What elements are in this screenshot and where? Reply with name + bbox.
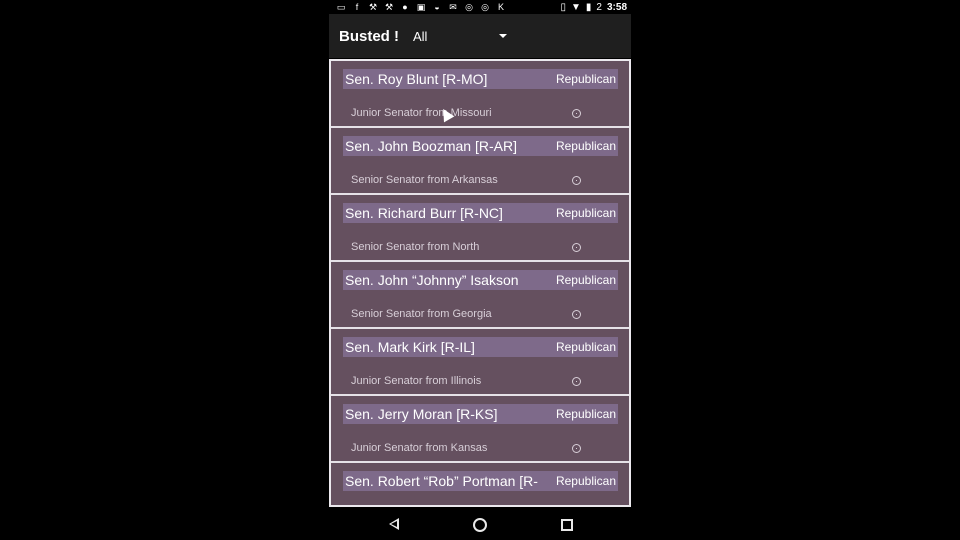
senator-details: Junior Senator from Kansas: [351, 441, 581, 455]
gmail-icon: ✉: [449, 2, 457, 12]
senator-details: Senior Senator from Georgia: [351, 307, 581, 321]
app-icon: ◒: [434, 2, 440, 12]
senator-card[interactable]: Sen. Mark Kirk [R-IL] Republican Junior …: [331, 329, 629, 396]
instagram-icon: ◎: [465, 2, 473, 12]
senator-details: Junior Senator from Missouri: [351, 106, 581, 120]
senator-party: Republican: [555, 474, 616, 488]
wrench-icon: ⚒: [368, 2, 378, 12]
senator-party: Republican: [555, 206, 616, 220]
senator-name: Sen. Jerry Moran [R-KS]: [345, 406, 498, 422]
senator-party: Republican: [555, 273, 616, 287]
image-icon: ▣: [416, 2, 426, 12]
senator-list[interactable]: Sen. Roy Blunt [R-MO] Republican Junior …: [329, 59, 631, 507]
dropdown-arrow-icon: [499, 34, 507, 38]
senator-header: Sen. Richard Burr [R-NC] Republican: [343, 203, 618, 223]
senator-description: Senior Senator from Arkansas: [351, 174, 498, 186]
k-icon: K: [497, 2, 504, 12]
senator-card[interactable]: Sen. Richard Burr [R-NC] Republican Seni…: [331, 195, 629, 262]
senator-details: Junior Senator from Illinois: [351, 374, 581, 388]
chat-icon: ▭: [336, 2, 346, 12]
info-icon[interactable]: [572, 175, 581, 185]
senator-name: Sen. Richard Burr [R-NC]: [345, 205, 503, 221]
recents-icon[interactable]: [561, 519, 573, 531]
senator-party: Republican: [555, 139, 616, 153]
senator-name: Sen. Mark Kirk [R-IL]: [345, 339, 475, 355]
fb-icon: f: [355, 2, 359, 12]
vibrate-icon: ▯: [560, 1, 566, 13]
senator-party: Republican: [555, 407, 616, 421]
senator-name: Sen. Robert “Rob” Portman [R-: [345, 473, 538, 489]
system-icons: ▯ ▼ ▮ 2 3:58: [560, 2, 631, 13]
info-icon[interactable]: [572, 242, 581, 252]
info-icon[interactable]: [572, 376, 581, 386]
senator-header: Sen. Mark Kirk [R-IL] Republican: [343, 337, 618, 357]
senator-header: Sen. Jerry Moran [R-KS] Republican: [343, 404, 618, 424]
info-icon[interactable]: [572, 309, 581, 319]
senator-card[interactable]: Sen. Roy Blunt [R-MO] Republican Junior …: [331, 61, 629, 128]
senator-header: Sen. Robert “Rob” Portman [R- Republican: [343, 471, 618, 491]
senator-description: Junior Senator from Illinois: [351, 375, 482, 387]
battery-icon: ▮: [585, 1, 592, 13]
wifi-icon: ▼: [571, 1, 581, 13]
notification-icons: ▭ f ⚒ ⚒ ● ▣ ◒ ✉ ◎ ◎ K: [329, 2, 507, 12]
navigation-bar: [329, 508, 631, 540]
senator-party: Republican: [555, 72, 616, 86]
back-icon[interactable]: [389, 518, 399, 530]
senator-header: Sen. John “Johnny” Isakson Republican: [343, 270, 618, 290]
status-bar: ▭ f ⚒ ⚒ ● ▣ ◒ ✉ ◎ ◎ K ▯ ▼ ▮ 2 3:58: [329, 0, 631, 14]
party-filter-dropdown[interactable]: All: [413, 29, 513, 44]
senator-name: Sen. John Boozman [R-AR]: [345, 138, 517, 154]
filter-value: All: [413, 28, 428, 44]
senator-description: Senior Senator from North: [351, 241, 480, 253]
senator-header: Sen. John Boozman [R-AR] Republican: [343, 136, 618, 156]
senator-name: Sen. Roy Blunt [R-MO]: [345, 71, 488, 87]
battery-level: 2: [596, 1, 602, 13]
senator-card[interactable]: Sen. Jerry Moran [R-KS] Republican Junio…: [331, 396, 629, 463]
instagram-icon: ◎: [481, 2, 489, 12]
senator-name: Sen. John “Johnny” Isakson: [345, 272, 519, 288]
senator-details: Senior Senator from North: [351, 240, 581, 254]
clock: 3:58: [606, 1, 627, 13]
b-icon: ●: [402, 2, 408, 12]
senator-description: Junior Senator from Missouri: [351, 107, 492, 119]
wrench-icon: ⚒: [384, 2, 394, 12]
senator-party: Republican: [555, 340, 616, 354]
app-bar: Busted ! All: [329, 14, 631, 58]
senator-description: Senior Senator from Georgia: [351, 308, 492, 320]
phone-screen: ▭ f ⚒ ⚒ ● ▣ ◒ ✉ ◎ ◎ K ▯ ▼ ▮ 2 3:58 Buste…: [329, 0, 631, 540]
senator-details: Senior Senator from Arkansas: [351, 173, 581, 187]
senator-card[interactable]: Sen. John “Johnny” Isakson Republican Se…: [331, 262, 629, 329]
senator-header: Sen. Roy Blunt [R-MO] Republican: [343, 69, 618, 89]
app-title: Busted !: [339, 27, 399, 45]
info-icon[interactable]: [572, 443, 581, 453]
senator-description: Junior Senator from Kansas: [351, 442, 488, 454]
info-icon[interactable]: [572, 108, 581, 118]
senator-card[interactable]: Sen. John Boozman [R-AR] Republican Seni…: [331, 128, 629, 195]
home-icon[interactable]: [473, 518, 487, 532]
senator-card[interactable]: Sen. Robert “Rob” Portman [R- Republican: [331, 463, 629, 505]
